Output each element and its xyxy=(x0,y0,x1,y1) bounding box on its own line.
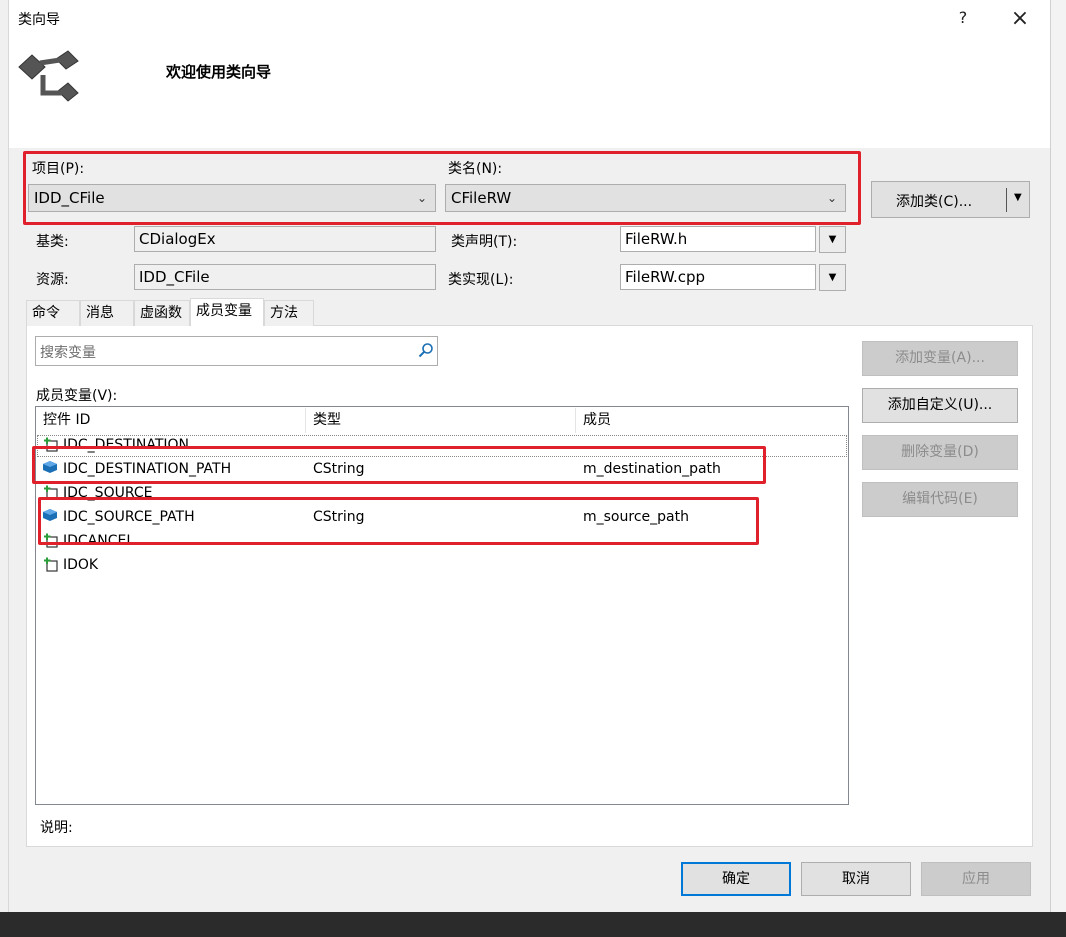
add-custom-button[interactable]: 添加自定义(U)... xyxy=(862,388,1018,423)
delete-variable-button[interactable]: 删除变量(D) xyxy=(862,435,1018,470)
header-banner xyxy=(9,36,1050,148)
highlight-box-source xyxy=(38,497,759,545)
title-bar xyxy=(9,0,1050,36)
member-variables-label: 成员变量(V): xyxy=(36,388,118,404)
ok-button[interactable]: 确定 xyxy=(681,862,791,896)
description-label: 说明: xyxy=(40,820,73,836)
edit-code-button[interactable]: 编辑代码(E) xyxy=(862,482,1018,517)
column-header-control-id[interactable]: 控件 ID xyxy=(36,408,306,433)
split-divider xyxy=(1006,188,1007,212)
tab-commands[interactable]: 命令 xyxy=(26,300,80,326)
welcome-heading: 欢迎使用类向导 xyxy=(166,63,272,81)
add-class-label: 添加类(C)... xyxy=(896,194,973,210)
cancel-button[interactable]: 取消 xyxy=(801,862,911,896)
resource-label: 资源: xyxy=(36,272,69,288)
tab-virtual-functions[interactable]: 虚函数 xyxy=(134,300,190,326)
class-declaration-label: 类声明(T): xyxy=(451,234,518,250)
base-class-label: 基类: xyxy=(36,234,69,250)
add-variable-button[interactable]: 添加变量(A)... xyxy=(862,341,1018,376)
class-declaration-field[interactable]: FileRW.h xyxy=(620,226,816,252)
list-row[interactable]: IDOK xyxy=(36,554,848,578)
base-class-field: CDialogEx xyxy=(134,226,436,252)
implementation-dropdown-button[interactable]: ▼ xyxy=(819,264,846,291)
background-window-edge xyxy=(0,0,9,912)
dropdown-arrow-icon[interactable]: ▼ xyxy=(1014,192,1022,203)
window-title: 类向导 xyxy=(18,12,60,28)
background-window-edge-right xyxy=(1050,0,1066,912)
declaration-dropdown-button[interactable]: ▼ xyxy=(819,226,846,253)
tab-methods[interactable]: 方法 xyxy=(264,300,314,326)
class-implementation-field[interactable]: FileRW.cpp xyxy=(620,264,816,290)
add-class-button[interactable]: 添加类(C)... ▼ xyxy=(871,181,1030,218)
resource-field: IDD_CFile xyxy=(134,264,436,290)
help-button[interactable]: ? xyxy=(948,8,978,27)
control-icon xyxy=(44,557,58,572)
column-header-member[interactable]: 成员 xyxy=(576,408,848,433)
tab-messages[interactable]: 消息 xyxy=(80,300,134,326)
control-id-cell: IDOK xyxy=(63,557,99,573)
search-icon[interactable] xyxy=(418,342,434,362)
close-button[interactable]: × xyxy=(1005,6,1035,31)
class-implementation-label: 类实现(L): xyxy=(448,272,514,288)
apply-button[interactable]: 应用 xyxy=(921,862,1031,896)
highlight-box-destination xyxy=(32,446,766,484)
taskbar-strip xyxy=(0,912,1066,937)
search-placeholder: 搜索变量 xyxy=(40,345,96,361)
class-wizard-icon xyxy=(16,47,82,111)
highlight-box-top xyxy=(23,151,861,225)
search-variables-input[interactable]: 搜索变量 xyxy=(35,336,438,366)
tab-member-variables[interactable]: 成员变量 xyxy=(190,298,264,326)
column-header-type[interactable]: 类型 xyxy=(306,408,576,433)
